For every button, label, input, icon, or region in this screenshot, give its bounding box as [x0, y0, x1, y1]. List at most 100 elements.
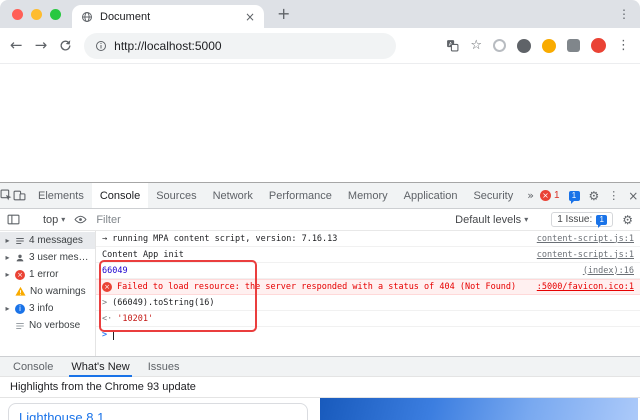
new-tab-button[interactable]: +: [277, 4, 290, 23]
result-chevron-icon: <·: [102, 313, 113, 324]
navigation-bar: ← → http://localhost:5000 A ☆ ⋮: [0, 28, 640, 64]
headline-text: Highlights from the Chrome 93 update: [10, 381, 196, 393]
source-link[interactable]: content-script.js:1: [537, 250, 634, 260]
source-link[interactable]: content-script.js:1: [537, 234, 634, 244]
tab-console[interactable]: Console: [91, 183, 149, 208]
message-counter[interactable]: 1: [568, 190, 580, 204]
sidebar-item-verbose[interactable]: ▸ No verbose: [0, 317, 95, 334]
sidebar-item-label: No verbose: [29, 320, 81, 331]
warning-triangle-icon: [15, 286, 26, 297]
issues-bubble-icon: 1: [596, 214, 608, 228]
globe-favicon-icon: [81, 11, 93, 23]
drawer-tab-console[interactable]: Console: [4, 357, 62, 376]
tab-sources[interactable]: Sources: [148, 183, 204, 208]
tab-strip: Document × + ⋮: [0, 0, 640, 28]
extension-icon-1[interactable]: [493, 39, 506, 52]
text-cursor: [113, 330, 115, 340]
bookmark-star-icon[interactable]: ☆: [470, 39, 482, 52]
more-tabs-icon[interactable]: »: [521, 183, 540, 208]
tab-security[interactable]: Security: [465, 183, 521, 208]
tab-title: Document: [100, 10, 151, 23]
whats-new-card[interactable]: Lighthouse 8.1: [8, 403, 308, 420]
console-panel: ▸ 4 messages ▸ 3 user mes… ▸ × 1 error N…: [0, 231, 640, 356]
source-link[interactable]: (index):16: [583, 266, 634, 276]
device-toolbar-icon[interactable]: [13, 183, 26, 208]
log-levels-dropdown[interactable]: Default levels ▾: [455, 214, 528, 226]
devtools-tabbar: Elements Console Sources Network Perform…: [0, 183, 640, 209]
tab-network[interactable]: Network: [205, 183, 261, 208]
devtools-tabbar-right: × 1 1 ⚙ ⋮ ×: [539, 183, 640, 208]
profile-avatar[interactable]: [591, 38, 606, 53]
window-zoom-button[interactable]: [50, 9, 61, 20]
site-info-icon[interactable]: [95, 40, 107, 52]
console-sidebar: ▸ 4 messages ▸ 3 user mes… ▸ × 1 error N…: [0, 231, 96, 356]
browser-tab[interactable]: Document ×: [72, 5, 264, 28]
whats-new-content: Lighthouse 8.1: [0, 398, 640, 420]
input-expression: (66049).toString(16): [112, 297, 215, 308]
tab-application[interactable]: Application: [396, 183, 466, 208]
console-prompt[interactable]: >: [96, 327, 640, 343]
console-sidebar-toggle-icon[interactable]: [7, 213, 20, 226]
info-circle-icon: i: [15, 303, 25, 314]
result-string: '10201': [117, 313, 154, 324]
log-text: Content App init: [102, 249, 184, 260]
live-expression-eye-icon[interactable]: [74, 213, 87, 226]
message-bubble-icon: 1: [568, 190, 580, 204]
error-count: 1: [553, 190, 560, 201]
sidebar-item-user-messages[interactable]: ▸ 3 user mes…: [0, 249, 95, 266]
devtools-settings-gear-icon[interactable]: ⚙: [589, 190, 600, 202]
drawer-tabbar: Console What's New Issues: [0, 356, 640, 377]
extension-icon-2[interactable]: [517, 38, 531, 53]
context-selector[interactable]: top ▾: [43, 214, 65, 226]
inspect-element-icon[interactable]: [0, 183, 13, 208]
drawer-tab-whats-new[interactable]: What's New: [62, 357, 138, 377]
tab-strip-menu-icon[interactable]: ⋮: [618, 7, 630, 21]
card-title-link[interactable]: Lighthouse 8.1: [19, 410, 104, 420]
sidebar-item-warnings[interactable]: ▸ No warnings: [0, 283, 95, 300]
browser-actions: A ☆ ⋮: [446, 38, 630, 53]
drawer-tab-issues[interactable]: Issues: [139, 357, 189, 376]
disclosure-triangle-icon[interactable]: ▸: [4, 253, 11, 262]
sidebar-item-info[interactable]: ▸ i 3 info: [0, 300, 95, 317]
tab-elements[interactable]: Elements: [30, 183, 92, 208]
window-minimize-button[interactable]: [31, 9, 42, 20]
error-counter[interactable]: × 1: [539, 190, 560, 201]
disclosure-triangle-icon[interactable]: ▸: [4, 270, 11, 279]
source-link[interactable]: :5000/favicon.ico:1: [537, 282, 634, 292]
url-text[interactable]: http://localhost:5000: [114, 39, 221, 53]
browser-window: Document × + ⋮ ← → http://localhost:5000: [0, 0, 640, 420]
devtools-panel: Elements Console Sources Network Perform…: [0, 182, 640, 420]
issues-label: 1 Issue:: [557, 214, 593, 225]
prompt-chevron-icon: >: [102, 330, 108, 340]
disclosure-triangle-icon[interactable]: ▸: [4, 304, 11, 313]
context-label: top: [43, 213, 59, 226]
input-chevron-icon: >: [102, 297, 108, 308]
window-close-button[interactable]: [12, 9, 23, 20]
tab-performance[interactable]: Performance: [261, 183, 340, 208]
address-bar[interactable]: http://localhost:5000: [84, 32, 397, 59]
tab-close-icon[interactable]: ×: [245, 11, 255, 23]
browser-menu-icon[interactable]: ⋮: [617, 39, 630, 52]
devtools-menu-icon[interactable]: ⋮: [608, 190, 619, 201]
forward-button[interactable]: →: [35, 38, 48, 53]
console-error-row: × Failed to load resource: the server re…: [96, 279, 640, 295]
sidebar-item-all-messages[interactable]: ▸ 4 messages: [0, 232, 95, 249]
console-settings-gear-icon[interactable]: ⚙: [622, 214, 633, 226]
console-result-row: <· '10201': [96, 311, 640, 327]
extension-icon-3[interactable]: [542, 38, 556, 53]
devtools-close-icon[interactable]: ×: [628, 190, 638, 202]
console-input-row: > (66049).toString(16): [96, 295, 640, 311]
translate-icon[interactable]: A: [446, 39, 459, 52]
chevron-down-icon: ▾: [61, 215, 66, 224]
log-levels-label: Default levels: [455, 213, 522, 226]
issues-button[interactable]: 1 Issue: 1: [551, 212, 614, 228]
back-button[interactable]: ←: [10, 38, 23, 53]
sidebar-item-errors[interactable]: ▸ × 1 error: [0, 266, 95, 283]
filter-input[interactable]: [96, 213, 447, 226]
disclosure-triangle-icon[interactable]: ▸: [4, 236, 11, 245]
extensions-puzzle-icon[interactable]: [567, 39, 580, 52]
reload-button[interactable]: [59, 39, 72, 52]
tab-memory[interactable]: Memory: [340, 183, 396, 208]
user-icon: [15, 253, 25, 263]
sidebar-item-label: 3 info: [29, 303, 54, 314]
